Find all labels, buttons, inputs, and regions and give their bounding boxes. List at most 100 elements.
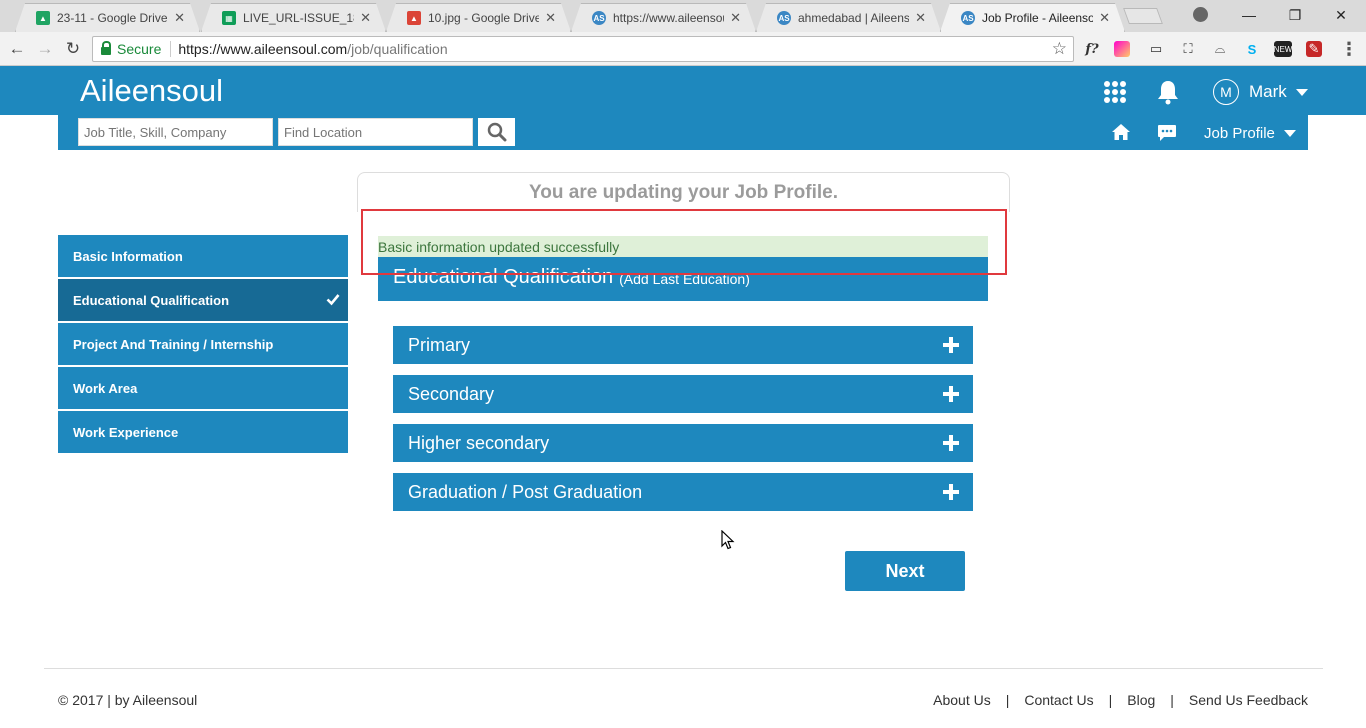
search-button[interactable]: [478, 118, 515, 146]
caret-down-icon: [1283, 130, 1296, 137]
new-tab-button[interactable]: [1123, 8, 1163, 24]
footer-links: About Us | Contact Us | Blog | Send Us F…: [933, 692, 1308, 708]
sidebar-item-educational-qualification[interactable]: Educational Qualification: [58, 279, 348, 321]
tab-title: ahmedabad | Aileensou: [798, 11, 910, 25]
section-header: Educational Qualification (Add Last Educ…: [378, 257, 988, 301]
close-icon[interactable]: ✕: [915, 10, 926, 26]
apps-grid-icon[interactable]: [1104, 81, 1126, 103]
forward-icon[interactable]: →: [34, 38, 56, 60]
accordion-item-graduation[interactable]: Graduation / Post Graduation: [393, 473, 973, 511]
site-header: Aileensoul M Mark: [0, 66, 1366, 115]
close-window-icon[interactable]: ✕: [1318, 0, 1364, 30]
avatar: M: [1213, 79, 1239, 105]
mouse-cursor-icon: [721, 530, 735, 550]
reload-icon[interactable]: ↻: [62, 38, 84, 60]
aileensoul-icon: AS: [777, 11, 791, 25]
divider: |: [1005, 692, 1010, 708]
close-icon[interactable]: ✕: [174, 10, 185, 26]
browser-profile-icon[interactable]: [1193, 7, 1208, 22]
browser-tab[interactable]: ▲ 23-11 - Google Drive ✕: [15, 3, 200, 32]
copyright: © 2017 | by Aileensoul: [58, 692, 198, 708]
accordion-item-primary[interactable]: Primary: [393, 326, 973, 364]
accordion-label: Higher secondary: [408, 432, 550, 453]
pdf-extension-icon[interactable]: ✎: [1306, 41, 1322, 57]
browser-tab[interactable]: AS ahmedabad | Aileensou ✕: [756, 3, 941, 32]
chat-icon[interactable]: [1157, 124, 1177, 142]
footer-link-blog[interactable]: Blog: [1127, 692, 1155, 708]
font-extension-icon[interactable]: f?: [1082, 39, 1102, 59]
plus-icon: [943, 435, 959, 451]
tab-title: Job Profile - Aileensou: [982, 11, 1094, 25]
plus-icon: [943, 337, 959, 353]
cast-icon[interactable]: ▭: [1146, 39, 1166, 59]
browser-tab[interactable]: ▲ 10.jpg - Google Drive ✕: [386, 3, 571, 32]
close-icon[interactable]: ✕: [360, 10, 371, 26]
footer-link-contact[interactable]: Contact Us: [1024, 692, 1093, 708]
minimize-icon[interactable]: —: [1226, 0, 1272, 30]
browser-tab[interactable]: AS https://www.aileensoul ✕: [571, 3, 756, 32]
page-title: You are updating your Job Profile.: [529, 182, 838, 203]
next-button[interactable]: Next: [845, 551, 965, 591]
browser-toolbar: ← → ↻ Secure https://www.aileensoul.com …: [0, 32, 1366, 66]
success-alert: Basic information updated successfully: [378, 236, 988, 257]
address-bar[interactable]: Secure https://www.aileensoul.com /job/q…: [92, 36, 1074, 62]
footer-divider: [44, 668, 1323, 669]
job-profile-label: Job Profile: [1204, 125, 1275, 142]
google-drive-icon: ▲: [36, 11, 50, 25]
user-menu[interactable]: M Mark: [1213, 79, 1308, 105]
profile-panel: You are updating your Job Profile.: [357, 172, 1010, 212]
section-title: Educational Qualification: [393, 266, 614, 288]
sidebar-item-label: Basic Information: [73, 248, 183, 264]
search-bar: Job Profile: [58, 115, 1308, 150]
sidebar-item-work-experience[interactable]: Work Experience: [58, 411, 348, 453]
sidebar-item-label: Educational Qualification: [73, 292, 230, 308]
back-icon[interactable]: ←: [6, 38, 28, 60]
glasses-off-icon[interactable]: ⌓: [1210, 39, 1230, 59]
sidebar-item-label: Project And Training / Internship: [73, 336, 274, 352]
browser-tab[interactable]: ▦ LIVE_URL-ISSUE_18_9_2 ✕: [201, 3, 386, 32]
divider: [170, 41, 172, 57]
plus-icon: [943, 386, 959, 402]
news-extension-icon[interactable]: NEW: [1274, 41, 1292, 57]
bell-icon[interactable]: [1156, 79, 1180, 105]
screenshot-icon[interactable]: ⛶: [1178, 39, 1198, 59]
education-accordion: Primary Secondary Higher secondary Gradu…: [393, 326, 973, 522]
browser-menu-icon[interactable]: ⋮: [1340, 39, 1358, 60]
accordion-label: Primary: [408, 334, 470, 355]
skype-icon[interactable]: S: [1242, 39, 1262, 59]
sidebar-item-basic-information[interactable]: Basic Information: [58, 235, 348, 277]
tab-title: 23-11 - Google Drive: [57, 11, 168, 25]
sidebar: Basic Information Educational Qualificat…: [58, 235, 348, 455]
close-icon[interactable]: ✕: [1099, 10, 1110, 26]
job-profile-menu[interactable]: Job Profile: [1204, 125, 1296, 142]
accordion-item-higher-secondary[interactable]: Higher secondary: [393, 424, 973, 462]
bookmark-star-icon[interactable]: ☆: [1052, 39, 1067, 59]
lock-icon: [101, 41, 111, 55]
image-icon: ▲: [407, 11, 421, 25]
footer-link-feedback[interactable]: Send Us Feedback: [1189, 692, 1308, 708]
close-icon[interactable]: ✕: [545, 10, 556, 26]
google-sheets-icon: ▦: [222, 11, 236, 25]
search-icon: [487, 122, 506, 142]
footer-link-about[interactable]: About Us: [933, 692, 991, 708]
close-icon[interactable]: ✕: [730, 10, 741, 26]
color-extension-icon[interactable]: [1114, 41, 1130, 57]
url-path: /job/qualification: [347, 41, 448, 57]
restore-icon[interactable]: ❐: [1272, 0, 1318, 30]
accordion-item-secondary[interactable]: Secondary: [393, 375, 973, 413]
job-search-input[interactable]: [78, 118, 273, 146]
sidebar-item-project-training[interactable]: Project And Training / Internship: [58, 323, 348, 365]
sidebar-item-work-area[interactable]: Work Area: [58, 367, 348, 409]
section-subtitle: (Add Last Education): [619, 271, 750, 287]
accordion-label: Secondary: [408, 383, 495, 404]
secure-label: Secure: [117, 41, 162, 57]
brand-logo[interactable]: Aileensoul: [80, 73, 223, 109]
browser-tab-strip: ▲ 23-11 - Google Drive ✕ ▦ LIVE_URL-ISSU…: [0, 0, 1366, 32]
user-name: Mark: [1249, 82, 1287, 101]
aileensoul-icon: AS: [961, 11, 975, 25]
location-search-input[interactable]: [278, 118, 473, 146]
home-icon[interactable]: [1111, 123, 1131, 141]
tab-title: https://www.aileensoul: [613, 11, 725, 25]
browser-tab-active[interactable]: AS Job Profile - Aileensou ✕: [940, 3, 1125, 32]
aileensoul-icon: AS: [592, 11, 606, 25]
